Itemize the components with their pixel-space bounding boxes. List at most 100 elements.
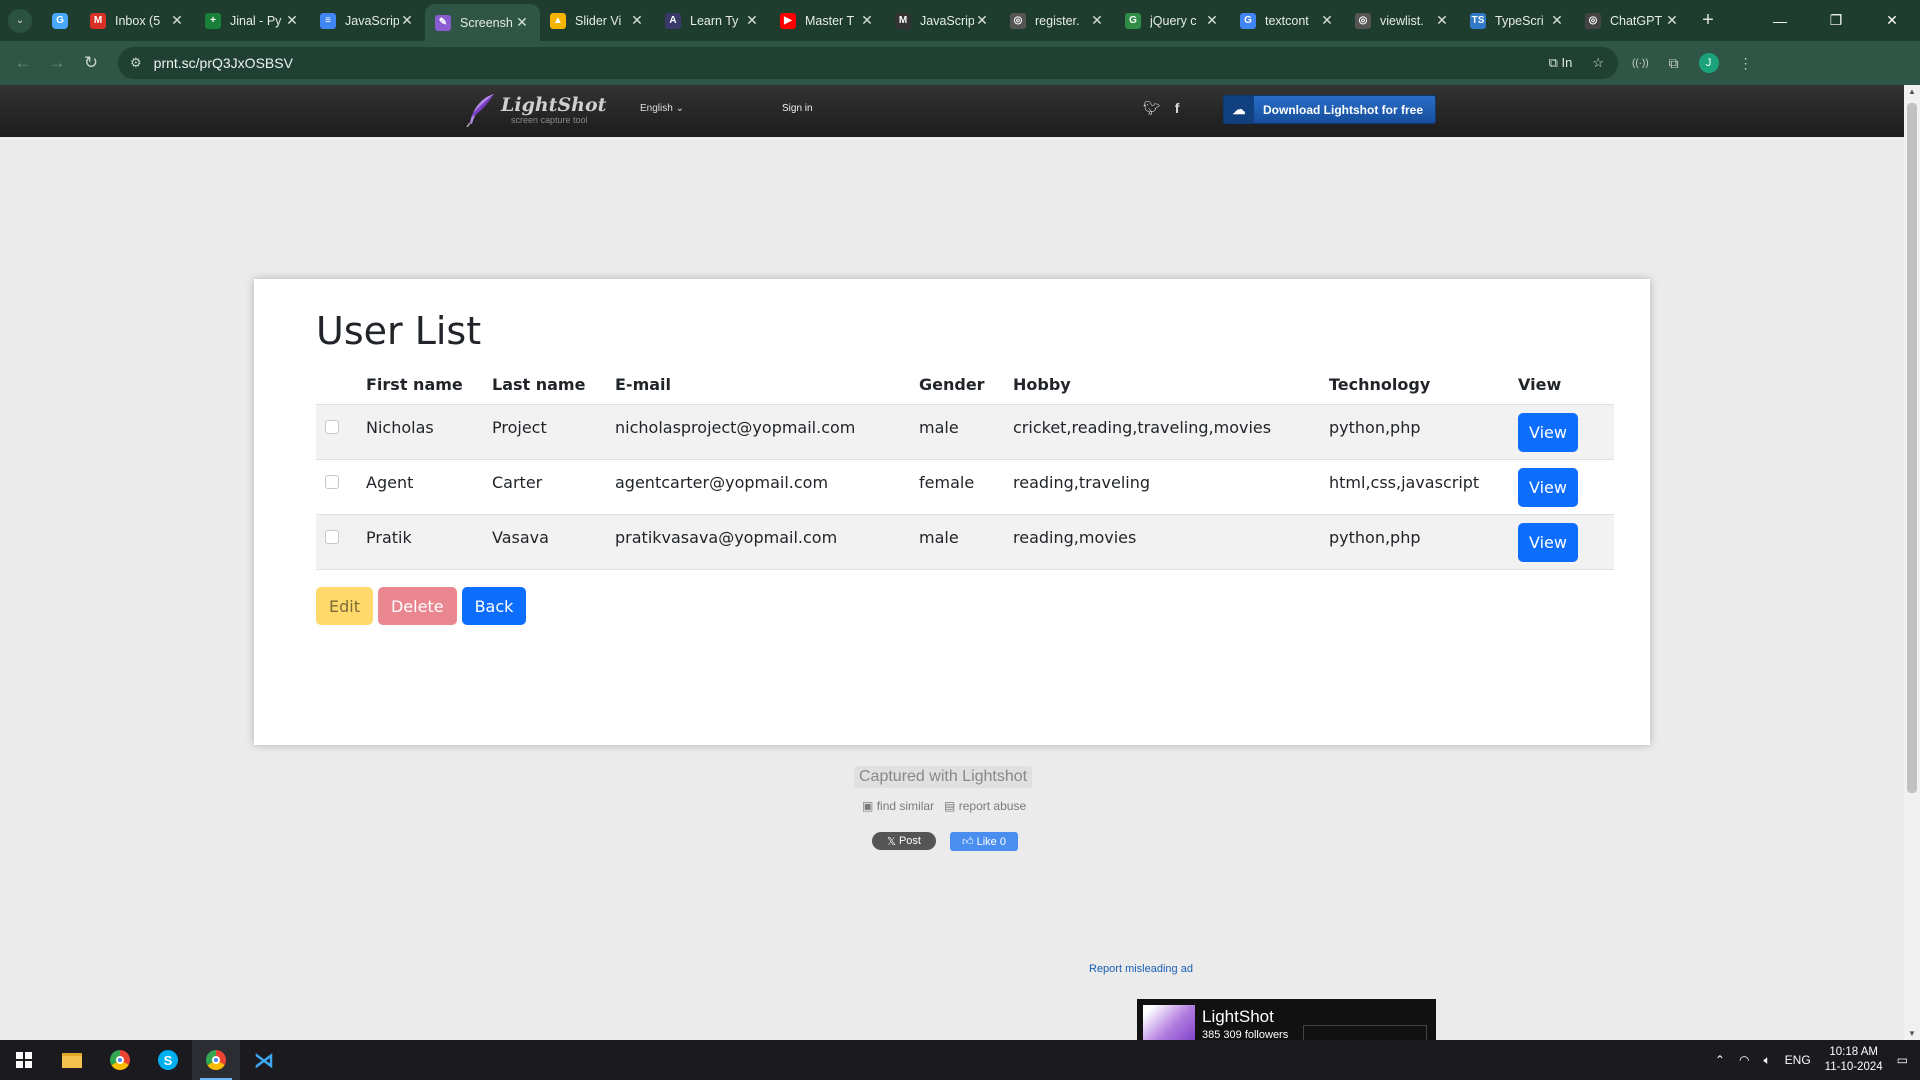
vscode-icon[interactable]: ⋊ [240,1040,288,1080]
language-indicator[interactable]: ENG [1785,1053,1811,1067]
browser-tab[interactable]: ▲ Slider Vi ✕ [540,0,655,41]
wifi-icon[interactable]: ◠ [1739,1053,1749,1067]
view-button[interactable]: View [1518,523,1578,562]
report-abuse-link[interactable]: ▤ report abuse [944,799,1026,813]
lightshot-logo[interactable]: LightShot screen capture tool [465,93,606,127]
tab-close-icon[interactable]: ✕ [1204,12,1220,29]
find-similar-link[interactable]: ▣ find similar [862,799,934,813]
tab-search-button[interactable]: ⌄ [0,0,40,41]
tab-title: Slider Vi [575,13,622,28]
browser-tab[interactable]: M JavaScrip ✕ [885,0,1000,41]
tab-close-icon[interactable]: ✕ [974,12,990,29]
delete-button[interactable]: Delete [377,587,457,625]
tab-favicon-icon: ◎ [1585,12,1601,29]
browser-tab[interactable]: Gtextcont ✕ [1230,0,1345,41]
pinned-tab[interactable]: G [40,0,80,41]
url-field[interactable]: ⚙ prnt.sc/prQ3JxOSBSV ⧉ In ☆ [118,47,1618,79]
tab-close-icon[interactable]: ✕ [1549,12,1565,29]
row-checkbox[interactable] [325,420,339,434]
tab-title: Screensh [460,15,513,30]
action-buttons: Edit Delete Back [316,587,527,625]
tab-close-icon[interactable]: ✕ [1434,12,1450,29]
profile-avatar[interactable]: J [1698,53,1719,73]
download-label: Download Lightshot for free [1263,102,1423,117]
browser-tab[interactable]: ◎ viewlist. ✕ [1345,0,1460,41]
facebook-like-button[interactable]: 👍︎ Like 0 [950,832,1018,851]
row-checkbox[interactable] [325,530,339,544]
tab-close-icon[interactable]: ✕ [629,12,645,29]
language-select[interactable]: English ⌄ [640,103,684,114]
chevron-down-icon: ⌄ [675,103,684,114]
twitter-icon[interactable]: 🐦︎ [1143,100,1161,117]
tab-close-icon[interactable]: ✕ [284,12,300,29]
chrome-icon[interactable] [96,1040,144,1080]
scroll-up-icon[interactable]: ▲ [1908,87,1916,96]
close-window-button[interactable]: ✕ [1864,0,1920,41]
tab-close-icon[interactable]: ✕ [514,14,530,31]
file-explorer-icon[interactable] [48,1040,96,1080]
volume-icon[interactable]: 🔈︎ [1763,1053,1770,1068]
browser-tab[interactable]: ≡ JavaScrip ✕ [310,0,425,41]
header-view: View [1518,375,1562,394]
download-button[interactable]: ☁ Download Lightshot for free [1223,95,1436,124]
tab-title: register. [1035,13,1080,28]
row-checkbox[interactable] [325,475,339,489]
bookmark-star-icon[interactable]: ☆ [1592,55,1604,71]
tab-favicon-icon: ≡ [320,12,336,29]
reload-icon[interactable]: ↻ [74,53,108,73]
x-post-button[interactable]: 𝕏 Post [872,832,936,850]
tab-title: Jinal - Py [230,13,282,28]
browser-tab[interactable]: ✎ Screensh ✕ [425,4,540,41]
scrollbar-thumb[interactable] [1907,103,1917,793]
new-tab-button[interactable]: + [1690,0,1726,41]
more-menu-icon[interactable]: ⋮ [1739,55,1753,72]
notification-icon[interactable]: ▭ [1897,1053,1908,1067]
report-ad-link[interactable]: Report misleading ad [1089,963,1193,975]
extensions-icon[interactable]: ⧉ [1669,55,1679,72]
scroll-down-icon[interactable]: ▼ [1908,1029,1916,1038]
restore-button[interactable]: ❐ [1808,0,1864,41]
view-button[interactable]: View [1518,413,1578,452]
back-arrow-icon[interactable]: ← [6,53,40,73]
tab-close-icon[interactable]: ✕ [399,12,415,29]
browser-tab[interactable]: ▶ Master T ✕ [770,0,885,41]
tab-favicon-icon: G [1240,12,1256,29]
clock[interactable]: 10:18 AM 11-10-2024 [1825,1045,1883,1075]
install-app-icon[interactable]: ⧉ In [1549,55,1573,71]
forward-arrow-icon[interactable]: → [40,53,74,73]
back-button[interactable]: Back [461,587,527,625]
chevron-up-icon[interactable]: ⌃ [1715,1053,1725,1067]
chrome-active-icon[interactable] [192,1040,240,1080]
like-label: Like 0 [976,835,1006,848]
browser-tab[interactable]: A Learn Ty ✕ [655,0,770,41]
media-icon[interactable]: ((·)) [1632,58,1649,69]
browser-tab[interactable]: + Jinal - Py ✕ [195,0,310,41]
facebook-page-widget[interactable]: LightShot 385 309 followers [1137,999,1436,1040]
user-table: First name Last name E-mail Gender Hobby… [316,371,1614,570]
site-info-icon[interactable]: ⚙ [130,55,142,71]
tab-favicon-icon: M [90,12,106,29]
edit-button[interactable]: Edit [316,587,373,625]
table-row: Pratik Vasava pratikvasava@yopmail.com m… [316,515,1614,570]
browser-tab[interactable]: ◎ ChatGPT ✕ [1575,0,1690,41]
fb-cover-thumbnail [1303,1025,1427,1040]
cell-last-name: Project [492,418,547,437]
tab-close-icon[interactable]: ✕ [1089,12,1105,29]
minimize-button[interactable]: — [1752,0,1808,41]
view-button[interactable]: View [1518,468,1578,507]
page-scrollbar[interactable]: ▲ ▼ [1904,85,1920,1040]
tab-close-icon[interactable]: ✕ [1319,12,1335,29]
browser-tab[interactable]: M Inbox (5 ✕ [80,0,195,41]
tab-close-icon[interactable]: ✕ [1664,12,1680,29]
address-bar-row: ← → ↻ ⚙ prnt.sc/prQ3JxOSBSV ⧉ In ☆ ((·))… [0,41,1920,85]
windows-start-icon[interactable] [0,1040,48,1080]
browser-tab[interactable]: ◎ register. ✕ [1000,0,1115,41]
skype-icon[interactable]: S [144,1040,192,1080]
sign-in-link[interactable]: Sign in [782,103,813,114]
tab-close-icon[interactable]: ✕ [859,12,875,29]
tab-close-icon[interactable]: ✕ [744,12,760,29]
browser-tab[interactable]: TS TypeScri ✕ [1460,0,1575,41]
tab-close-icon[interactable]: ✕ [169,12,185,29]
browser-tab[interactable]: GjQuery c ✕ [1115,0,1230,41]
facebook-icon[interactable]: f [1175,100,1180,117]
